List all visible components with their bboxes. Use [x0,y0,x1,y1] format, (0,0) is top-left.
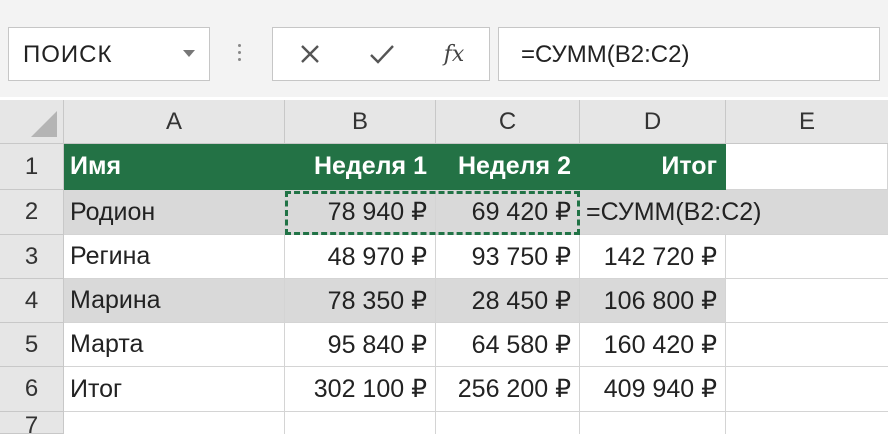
name-box[interactable]: ПОИСК [8,27,210,81]
cell-d4[interactable]: 106 800 ₽ [580,279,726,323]
cell-c1[interactable]: Неделя 2 [436,144,580,190]
cell-b7[interactable] [285,412,436,434]
formula-bar-area: ПОИСК fx =СУММ(B2:C2) [0,0,888,97]
select-all-button[interactable] [0,100,64,144]
row-header-4[interactable]: 4 [0,279,64,323]
row-header-7[interactable]: 7 [0,412,64,434]
formula-text: =СУММ(B2:C2) [521,41,690,68]
cell-b6[interactable]: 302 100 ₽ [285,367,436,412]
formula-buttons: fx [272,27,490,81]
cell-d5[interactable]: 160 420 ₽ [580,323,726,367]
formula-input[interactable]: =СУММ(B2:C2) [498,27,880,81]
cell-e6[interactable] [726,367,888,412]
cell-e4[interactable] [726,279,888,323]
cell-c4[interactable]: 28 450 ₽ [436,279,580,323]
cell-e5[interactable] [726,323,888,367]
row-header-6[interactable]: 6 [0,367,64,412]
row-header-3[interactable]: 3 [0,235,64,279]
cell-b4[interactable]: 78 350 ₽ [285,279,436,323]
cell-a1[interactable]: Имя [64,144,285,190]
cell-e7[interactable] [726,412,888,434]
row-header-5[interactable]: 5 [0,323,64,367]
cell-b3[interactable]: 48 970 ₽ [285,235,436,279]
cell-b1[interactable]: Неделя 1 [285,144,436,190]
cell-b5[interactable]: 95 840 ₽ [285,323,436,367]
name-box-value: ПОИСК [23,41,113,68]
cell-a2[interactable]: Родион [64,190,285,235]
function-label: fx [443,41,465,67]
cell-e1[interactable] [726,144,888,190]
row-header-1[interactable]: 1 [0,144,64,190]
close-icon[interactable] [293,39,327,69]
cell-a3[interactable]: Регина [64,235,285,279]
select-all-triangle-icon [31,111,57,137]
column-header-a[interactable]: A [64,100,285,144]
cell-c5[interactable]: 64 580 ₽ [436,323,580,367]
column-header-e[interactable]: E [726,100,888,144]
row-header-2[interactable]: 2 [0,190,64,235]
cell-a4[interactable]: Марина [64,279,285,323]
worksheet-grid: A B C D E 1 2 3 4 5 6 7 Имя Неделя 1 Нед… [0,100,888,434]
cell-b2[interactable]: 78 940 ₽ [285,190,436,235]
drag-handle-icon[interactable] [238,44,242,64]
cell-c7[interactable] [436,412,580,434]
column-header-c[interactable]: C [436,100,580,144]
cell-c2[interactable]: 69 420 ₽ [436,190,580,235]
column-header-d[interactable]: D [580,100,726,144]
check-icon[interactable] [365,39,399,69]
cell-d7[interactable] [580,412,726,434]
column-header-b[interactable]: B [285,100,436,144]
cell-e3[interactable] [726,235,888,279]
cell-a7[interactable] [64,412,285,434]
cell-a6[interactable]: Итог [64,367,285,412]
cell-d3[interactable]: 142 720 ₽ [580,235,726,279]
cell-d6[interactable]: 409 940 ₽ [580,367,726,412]
cell-c6[interactable]: 256 200 ₽ [436,367,580,412]
cell-d1[interactable]: Итог [580,144,726,190]
insert-function-button[interactable]: fx [437,39,471,69]
cell-c3[interactable]: 93 750 ₽ [436,235,580,279]
cell-a5[interactable]: Марта [64,323,285,367]
cell-d2-formula[interactable]: =СУММ(B2:C2) [580,190,762,235]
chevron-down-icon[interactable] [183,50,195,57]
